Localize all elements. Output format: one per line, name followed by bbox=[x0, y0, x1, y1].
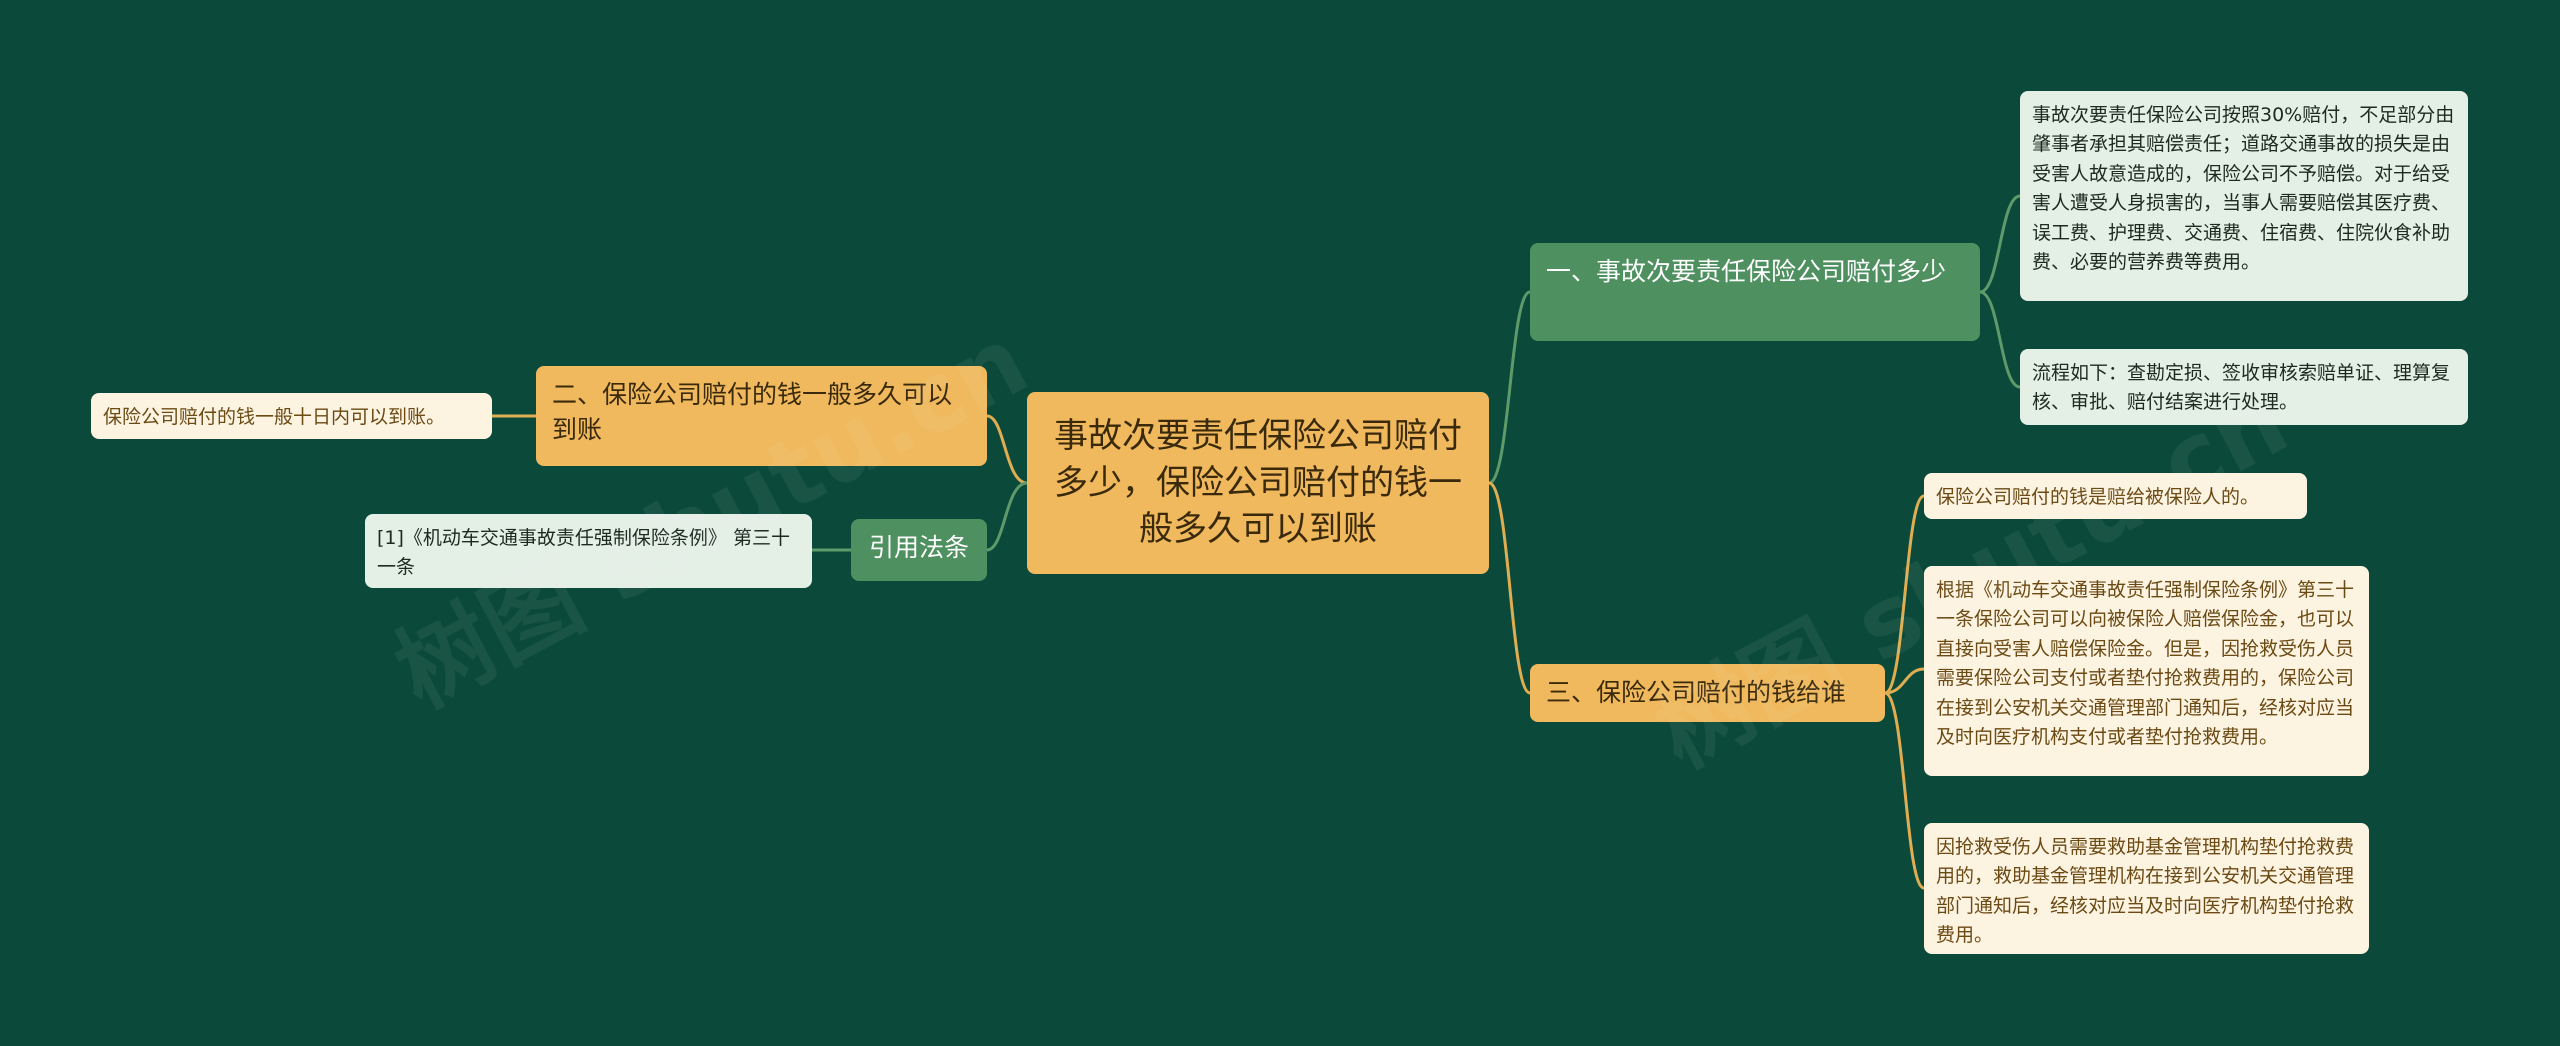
link-b3-leaf1 bbox=[1884, 494, 1925, 695]
link-b3-leaf3 bbox=[1884, 691, 1925, 890]
leaf-text: 保险公司赔付的钱一般十日内可以到账。 bbox=[103, 406, 446, 428]
branch-label: 三、保险公司赔付的钱给谁 bbox=[1546, 678, 1847, 707]
leaf-text: 因抢救受伤人员需要救助基金管理机构垫付抢救费用的，救助基金管理机构在接到公安机关… bbox=[1936, 836, 2355, 947]
leaf-text: [1]《机动车交通事故责任强制保险条例》 第三十一条 bbox=[377, 527, 790, 579]
link-b1-leaf2 bbox=[1979, 290, 2021, 389]
root-topic[interactable]: 事故次要责任保险公司赔付多少，保险公司赔付的钱一般多久可以到账 bbox=[1027, 392, 1489, 574]
mindmap-canvas: 事故次要责任保险公司赔付多少，保险公司赔付的钱一般多久可以到账 一、事故次要责任… bbox=[0, 0, 2560, 1046]
leaf-text: 保险公司赔付的钱是赔给被保险人的。 bbox=[1936, 486, 2260, 508]
leaf-payee-insured[interactable]: 保险公司赔付的钱是赔给被保险人的。 bbox=[1924, 473, 2307, 519]
leaf-regulation-article[interactable]: 根据《机动车交通事故责任强制保险条例》第三十一条保险公司可以向被保险人赔偿保险金… bbox=[1924, 566, 2369, 776]
branch-label: 引用法条 bbox=[868, 533, 969, 562]
branch-label: 二、保险公司赔付的钱一般多久可以到账 bbox=[552, 380, 953, 444]
leaf-citation[interactable]: [1]《机动车交通事故责任强制保险条例》 第三十一条 bbox=[365, 514, 812, 588]
branch-secondary-liability[interactable]: 一、事故次要责任保险公司赔付多少 bbox=[1530, 243, 1980, 341]
root-topic-text: 事故次要责任保险公司赔付多少，保险公司赔付的钱一般多久可以到账 bbox=[1054, 415, 1462, 550]
branch-payout-timing[interactable]: 二、保险公司赔付的钱一般多久可以到账 bbox=[536, 366, 987, 466]
branch-label: 一、事故次要责任保险公司赔付多少 bbox=[1546, 257, 1947, 286]
leaf-payout-ratio[interactable]: 事故次要责任保险公司按照30%赔付，不足部分由肇事者承担其赔偿责任；道路交通事故… bbox=[2020, 91, 2468, 301]
link-root-b3 bbox=[1488, 481, 1531, 695]
branch-cited-law[interactable]: 引用法条 bbox=[851, 519, 987, 581]
leaf-claim-process[interactable]: 流程如下：查勘定损、签收审核索赔单证、理算复核、审批、赔付结案进行处理。 bbox=[2020, 349, 2468, 425]
link-b1-leaf1 bbox=[1979, 194, 2021, 294]
leaf-text: 根据《机动车交通事故责任强制保险条例》第三十一条保险公司可以向被保险人赔偿保险金… bbox=[1936, 579, 2355, 749]
link-root-cite bbox=[986, 481, 1028, 552]
link-root-b2 bbox=[986, 414, 1028, 485]
leaf-ten-days[interactable]: 保险公司赔付的钱一般十日内可以到账。 bbox=[91, 393, 492, 439]
leaf-text: 流程如下：查勘定损、签收审核索赔单证、理算复核、审批、赔付结案进行处理。 bbox=[2032, 362, 2451, 414]
leaf-rescue-fund[interactable]: 因抢救受伤人员需要救助基金管理机构垫付抢救费用的，救助基金管理机构在接到公安机关… bbox=[1924, 823, 2369, 954]
branch-payee[interactable]: 三、保险公司赔付的钱给谁 bbox=[1530, 664, 1885, 722]
leaf-text: 事故次要责任保险公司按照30%赔付，不足部分由肇事者承担其赔偿责任；道路交通事故… bbox=[2032, 104, 2455, 274]
link-root-b1 bbox=[1488, 290, 1531, 485]
